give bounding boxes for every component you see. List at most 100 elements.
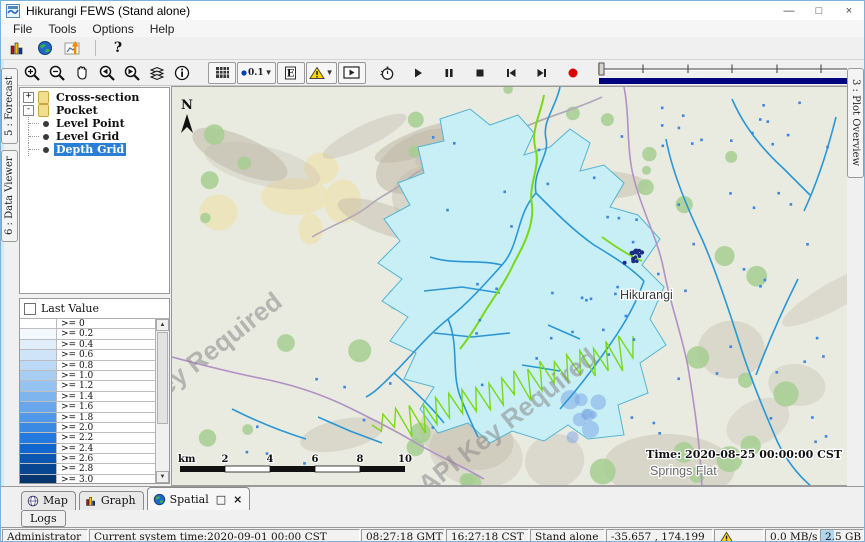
- legend-threshold-label: >= 2.2: [57, 433, 156, 442]
- zoom-out-icon[interactable]: [45, 63, 69, 83]
- svg-text:E: E: [287, 68, 295, 79]
- collapse-toggle-icon[interactable]: -: [23, 105, 34, 116]
- tab-forecast[interactable]: 5 : Forecast: [1, 68, 18, 144]
- chevron-down-icon: ▼: [265, 68, 273, 77]
- explorer-chart-icon[interactable]: [5, 38, 29, 58]
- tree-item-depth-grid[interactable]: Depth Grid: [20, 143, 169, 156]
- legend-row: >= 0.2: [20, 329, 156, 339]
- legend-threshold-label: >= 1.0: [57, 371, 156, 380]
- menu-options[interactable]: Options: [84, 22, 141, 36]
- maximize-button[interactable]: □: [804, 1, 834, 20]
- tab-data-viewer[interactable]: 6 : Data Viewer: [1, 150, 18, 242]
- legend-color-swatch: [20, 392, 57, 401]
- map-canvas[interactable]: API Key Required API Key Required N Hiku…: [172, 87, 847, 486]
- tab-plot-overview[interactable]: 3 : Plot Overview: [847, 68, 864, 178]
- area-label: Springs Flat: [650, 464, 717, 478]
- expand-toggle-icon[interactable]: +: [23, 92, 34, 103]
- svg-text:6: 6: [312, 454, 319, 465]
- svg-text:8: 8: [357, 454, 364, 465]
- main-area: 5 : Forecast 6 : Data Viewer: [1, 60, 864, 486]
- status-cst-time: 16:27:18 CST: [446, 529, 529, 542]
- toolbar-separator: [95, 40, 96, 56]
- tree-guide-line: [28, 117, 43, 130]
- tree-item-label: Level Grid: [54, 130, 121, 143]
- logs-tab[interactable]: Logs: [21, 510, 66, 527]
- tab-maximize-icon[interactable]: □: [216, 493, 226, 506]
- legend-color-swatch: [20, 329, 57, 338]
- time-slider-thumb: [599, 63, 604, 75]
- timer-icon[interactable]: [375, 63, 399, 83]
- legend-color-swatch: [20, 319, 57, 328]
- status-mode: Stand alone: [530, 529, 605, 542]
- menu-bar: File Tools Options Help: [1, 20, 864, 37]
- legend-scrollbar[interactable]: ▲ ▼: [155, 319, 169, 483]
- scrollbar-thumb[interactable]: [157, 332, 168, 424]
- pan-hand-icon[interactable]: [70, 63, 94, 83]
- legend-color-swatch: [20, 423, 57, 432]
- layers-icon[interactable]: [145, 63, 169, 83]
- time-slider[interactable]: [596, 61, 865, 85]
- menu-file[interactable]: File: [5, 22, 40, 36]
- menu-tools[interactable]: Tools: [40, 22, 84, 36]
- status-warning: [714, 529, 764, 542]
- skip-to-end-button[interactable]: [530, 63, 554, 83]
- play-button[interactable]: [406, 63, 430, 83]
- tab-graph[interactable]: Graph: [79, 491, 144, 510]
- legend-row: >= 3.0: [20, 475, 156, 483]
- pause-button[interactable]: [437, 63, 461, 83]
- left-tab-strip: 5 : Forecast 6 : Data Viewer: [1, 60, 18, 486]
- menu-help[interactable]: Help: [142, 22, 183, 36]
- scroll-down-icon[interactable]: ▼: [156, 471, 169, 483]
- tab-close-icon[interactable]: ×: [233, 493, 242, 506]
- legend-row: >= 2.6: [20, 454, 156, 464]
- status-bar: Administrator Current system time:2020-0…: [1, 527, 864, 542]
- zoom-next-icon[interactable]: [120, 63, 144, 83]
- grid-layer-button[interactable]: [208, 62, 236, 84]
- legend-color-swatch: [20, 475, 57, 483]
- legend-row: >= 1.0: [20, 371, 156, 381]
- logs-bar: Logs: [1, 510, 864, 527]
- status-coordinates: -35.657 , 174.199: [606, 529, 713, 542]
- stop-button[interactable]: [468, 63, 492, 83]
- legend-threshold-label: >= 1.6: [57, 402, 156, 411]
- town-label: Hikurangi: [620, 288, 673, 302]
- scroll-up-icon[interactable]: ▲: [156, 319, 169, 331]
- map-time-label: Time: 2020-08-25 00:00:00 CST: [646, 448, 843, 461]
- map-view[interactable]: API Key Required API Key Required N Hiku…: [171, 86, 847, 486]
- minimize-button[interactable]: —: [774, 1, 804, 20]
- legend-color-swatch: [20, 371, 57, 380]
- animation-movie-button[interactable]: [338, 62, 366, 84]
- legend-row: >= 0.4: [20, 340, 156, 350]
- tree-item-level-point[interactable]: Level Point: [20, 117, 169, 130]
- legend-row: >= 2.4: [20, 444, 156, 454]
- tree-item-pocket[interactable]: - Pocket: [20, 104, 169, 117]
- legend-threshold-label: >= 2.0: [57, 423, 156, 432]
- tree-item-label: Level Point: [54, 117, 127, 130]
- zoom-previous-icon[interactable]: [95, 63, 119, 83]
- legend-toggle-button[interactable]: E: [277, 62, 305, 84]
- tree-item-cross-section[interactable]: + Cross-section: [20, 91, 169, 104]
- tree-item-level-grid[interactable]: Level Grid: [20, 130, 169, 143]
- svg-text:km: km: [178, 454, 196, 465]
- legend-color-swatch: [20, 454, 57, 463]
- contour-value-label: 0.1: [248, 68, 264, 78]
- help-button[interactable]: ?: [106, 38, 130, 58]
- legend-color-swatch: [20, 413, 57, 422]
- legend-threshold-label: >= 0.4: [57, 340, 156, 349]
- globe-icon[interactable]: [33, 38, 57, 58]
- tab-map[interactable]: Map: [21, 491, 76, 510]
- info-icon[interactable]: [170, 63, 194, 83]
- svg-text:4: 4: [267, 454, 274, 465]
- close-button[interactable]: ×: [834, 1, 864, 20]
- legend-threshold-label: >= 1.2: [57, 381, 156, 390]
- trend-chart-icon[interactable]: [61, 38, 85, 58]
- legend-list: >= 0>= 0.2>= 0.4>= 0.6>= 0.8>= 1.0>= 1.2…: [20, 318, 169, 483]
- skip-to-start-button[interactable]: [499, 63, 523, 83]
- zoom-in-icon[interactable]: [20, 63, 44, 83]
- record-button[interactable]: [561, 63, 585, 83]
- contour-value-dropdown[interactable]: 0.1 ▼: [237, 62, 276, 84]
- application-window: Hikurangi FEWS (Stand alone) — □ × File …: [0, 0, 865, 542]
- last-value-checkbox[interactable]: [24, 303, 36, 315]
- warnings-dropdown[interactable]: ▼: [306, 62, 337, 84]
- tab-spatial-active[interactable]: Spatial □ ×: [147, 487, 251, 510]
